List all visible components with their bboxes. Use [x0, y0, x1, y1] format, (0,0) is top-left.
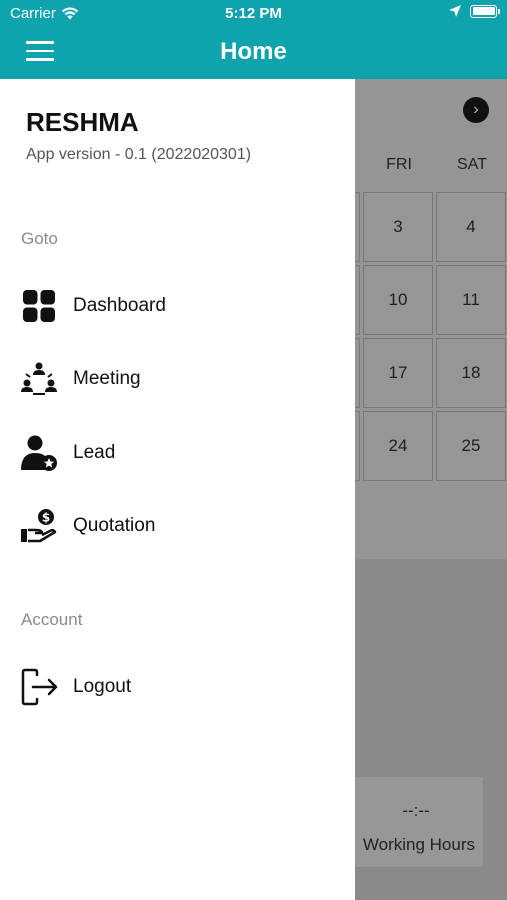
menu-item-label: Logout — [73, 676, 132, 697]
app-header: Home — [0, 28, 507, 79]
dashboard-grid-icon — [20, 287, 58, 325]
working-hours-label: Working Hours — [362, 835, 475, 854]
calendar-cell — [355, 338, 360, 408]
working-hours-card: --:-- Working Hours — [355, 776, 484, 868]
menu-item-dashboard[interactable]: Dashboard — [20, 284, 340, 328]
menu-item-logout[interactable]: Logout — [20, 665, 340, 709]
top-bar: Carrier 5:12 PM Home — [0, 0, 507, 79]
calendar-cell[interactable]: 4 — [436, 192, 506, 262]
lead-user-icon — [20, 434, 58, 472]
battery-icon — [470, 4, 500, 18]
status-right — [448, 4, 500, 18]
calendar-cell[interactable]: 11 — [436, 265, 506, 335]
section-label-account: Account — [21, 610, 83, 629]
menu-item-label: Dashboard — [73, 295, 166, 316]
location-arrow-icon — [449, 5, 461, 17]
working-hours-value: --:-- — [402, 801, 430, 820]
calendar-cell — [355, 192, 360, 262]
calendar-panel: › FRI SAT 3 4 10 11 17 18 24 25 — [355, 79, 507, 559]
menu-item-quotation[interactable]: $ Quotation — [20, 504, 340, 548]
calendar-cell[interactable]: 18 — [436, 338, 506, 408]
user-name: RESHMA — [26, 107, 139, 137]
menu-item-lead[interactable]: Lead — [20, 431, 340, 475]
weekday-sat: SAT — [457, 156, 487, 173]
menu-item-meeting[interactable]: Meeting — [20, 357, 340, 401]
navigation-drawer: RESHMA App version - 0.1 (2022020301) Go… — [0, 79, 355, 900]
status-time: 5:12 PM — [225, 5, 282, 22]
calendar-cell[interactable]: 24 — [363, 411, 433, 481]
quotation-hand-dollar-icon: $ — [20, 507, 58, 545]
app-version: App version - 0.1 (2022020301) — [26, 146, 252, 163]
menu-item-label: Meeting — [73, 368, 141, 389]
calendar-cell[interactable]: 10 — [363, 265, 433, 335]
dimmed-home-content[interactable]: › FRI SAT 3 4 10 11 17 18 24 25 --:-- Wo… — [355, 79, 507, 900]
chevron-right-icon[interactable]: › — [463, 97, 489, 123]
calendar-cell[interactable]: 25 — [436, 411, 506, 481]
svg-text:$: $ — [42, 511, 50, 525]
calendar-cell — [355, 411, 360, 481]
menu-item-label: Lead — [73, 442, 116, 463]
status-bar: Carrier 5:12 PM — [0, 0, 507, 28]
calendar-cell — [355, 265, 360, 335]
section-label-goto: Goto — [21, 229, 58, 248]
menu-item-label: Quotation — [73, 515, 156, 536]
logout-icon — [20, 668, 58, 706]
meeting-group-icon — [20, 360, 58, 398]
weekday-fri: FRI — [386, 156, 412, 173]
calendar-cell[interactable]: 17 — [363, 338, 433, 408]
calendar-cell[interactable]: 3 — [363, 192, 433, 262]
page-title: Home — [220, 38, 287, 65]
